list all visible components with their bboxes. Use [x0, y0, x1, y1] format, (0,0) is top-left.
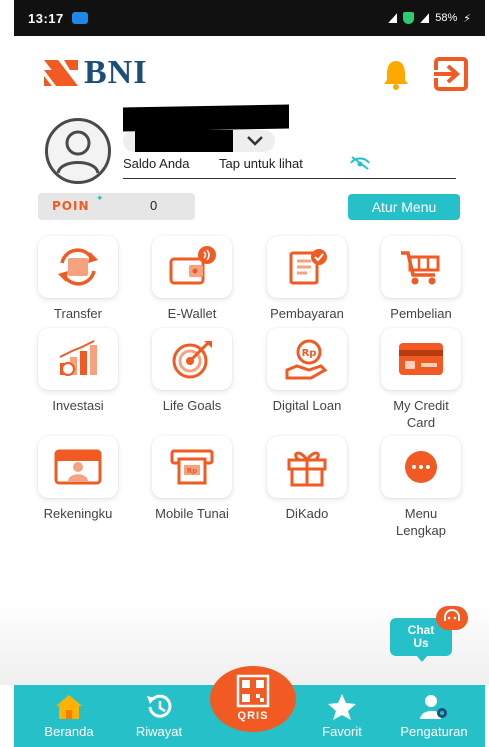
svg-text:Rp: Rp	[187, 467, 197, 475]
menu-item-investasi[interactable]: Investasi	[23, 328, 133, 414]
signal-icon	[388, 13, 398, 23]
qris-button[interactable]: QRIS	[210, 666, 296, 736]
menu-label: Transfer	[54, 306, 102, 321]
menu-label: Digital Loan	[272, 398, 342, 413]
app-header: BNI	[0, 36, 489, 111]
menu-label: My Credit Card	[393, 398, 449, 430]
bni-logo-mark-icon	[44, 60, 78, 86]
poin-box[interactable]: POIN ✦ 0	[38, 193, 195, 220]
history-icon	[144, 693, 174, 721]
qris-label: QRIS	[237, 710, 269, 722]
gift-icon	[267, 436, 347, 498]
chat-us-button[interactable]: Chat Us	[390, 606, 468, 662]
nav-label: Favorit	[322, 724, 362, 739]
bni-logo: BNI	[44, 56, 147, 90]
bill-payment-icon	[267, 236, 347, 298]
notification-app-icon	[71, 12, 88, 24]
menu-label: Life Goals	[162, 398, 222, 413]
bell-icon[interactable]	[380, 58, 412, 90]
menu-label: DiKado	[285, 506, 329, 521]
poin-value: 0	[150, 198, 158, 213]
network-icon	[420, 13, 430, 23]
shopping-cart-icon	[381, 236, 461, 298]
nav-label: Riwayat	[135, 724, 183, 739]
chat-bubble-tail	[416, 655, 428, 662]
transfer-icon	[38, 236, 118, 298]
chevron-down-icon[interactable]	[245, 134, 265, 146]
menu-item-rekeningku[interactable]: Rekeningku	[23, 436, 133, 522]
star-icon	[327, 693, 357, 721]
eye-hidden-icon[interactable]	[349, 155, 371, 171]
menu-label: Pembelian	[390, 306, 452, 321]
security-icon	[403, 12, 415, 24]
credit-card-icon	[381, 328, 461, 390]
menu-item-mobile-tunai[interactable]: Rp Mobile Tunai	[137, 436, 247, 522]
svg-text:Rp: Rp	[302, 348, 317, 359]
account-card-icon	[38, 436, 118, 498]
user-settings-icon	[419, 693, 449, 721]
poin-logo: POIN	[52, 199, 90, 213]
atur-menu-button[interactable]: Atur Menu	[348, 194, 460, 220]
logout-icon[interactable]	[430, 56, 470, 92]
brand-name: BNI	[84, 54, 148, 91]
menu-label: Menu Lengkap	[396, 506, 446, 538]
loan-hand-coin-icon: Rp	[267, 328, 347, 390]
investment-chart-icon	[38, 328, 118, 390]
menu-item-dikado[interactable]: DiKado	[252, 436, 362, 522]
headset-icon	[436, 606, 468, 630]
redacted-account	[135, 130, 233, 152]
redacted-name	[123, 104, 289, 132]
menu-label: E-Wallet	[167, 306, 217, 321]
target-icon	[152, 328, 232, 390]
menu-label: Pembayaran	[270, 306, 344, 321]
cash-withdraw-icon: Rp	[152, 436, 232, 498]
nav-favorit[interactable]: Favorit	[297, 685, 387, 747]
menu-label: Rekeningku	[43, 506, 113, 521]
menu-item-pembayaran[interactable]: Pembayaran	[252, 236, 362, 322]
nav-pengaturan[interactable]: Pengaturan	[389, 685, 479, 747]
nav-beranda[interactable]: Beranda	[24, 685, 114, 747]
saldo-label: Saldo Anda	[123, 156, 190, 171]
tap-to-view[interactable]: Tap untuk lihat	[219, 156, 303, 171]
nav-label: Beranda	[44, 724, 94, 739]
profile-section: Saldo Anda Tap untuk lihat	[45, 104, 456, 184]
status-bar: 13:17 58% ⚡	[14, 0, 485, 36]
menu-item-life-goals[interactable]: Life Goals	[137, 328, 247, 414]
divider	[123, 178, 456, 179]
menu-label: Mobile Tunai	[155, 506, 229, 521]
sparkle-icon: ✦	[96, 193, 104, 203]
menu-item-my-credit-card[interactable]: My Credit Card	[366, 328, 476, 431]
menu-item-menu-lengkap[interactable]: Menu Lengkap	[366, 436, 476, 539]
qr-code-icon	[236, 674, 270, 708]
nav-label: Pengaturan	[400, 724, 468, 739]
menu-label: Investasi	[52, 398, 104, 413]
menu-item-digital-loan[interactable]: Rp Digital Loan	[252, 328, 362, 414]
avatar[interactable]	[45, 118, 111, 184]
nav-riwayat[interactable]: Riwayat	[114, 685, 204, 747]
more-dots-icon	[381, 436, 461, 498]
home-icon	[54, 693, 84, 721]
status-indicators: 58% ⚡	[388, 12, 471, 25]
battery-level: 58%	[435, 12, 458, 24]
status-time: 13:17	[28, 10, 64, 26]
menu-item-pembelian[interactable]: Pembelian	[366, 236, 476, 322]
charging-icon: ⚡	[463, 12, 471, 25]
menu-item-transfer[interactable]: Transfer	[23, 236, 133, 322]
wallet-icon	[152, 236, 232, 298]
menu-item-e-wallet[interactable]: E-Wallet	[137, 236, 247, 322]
